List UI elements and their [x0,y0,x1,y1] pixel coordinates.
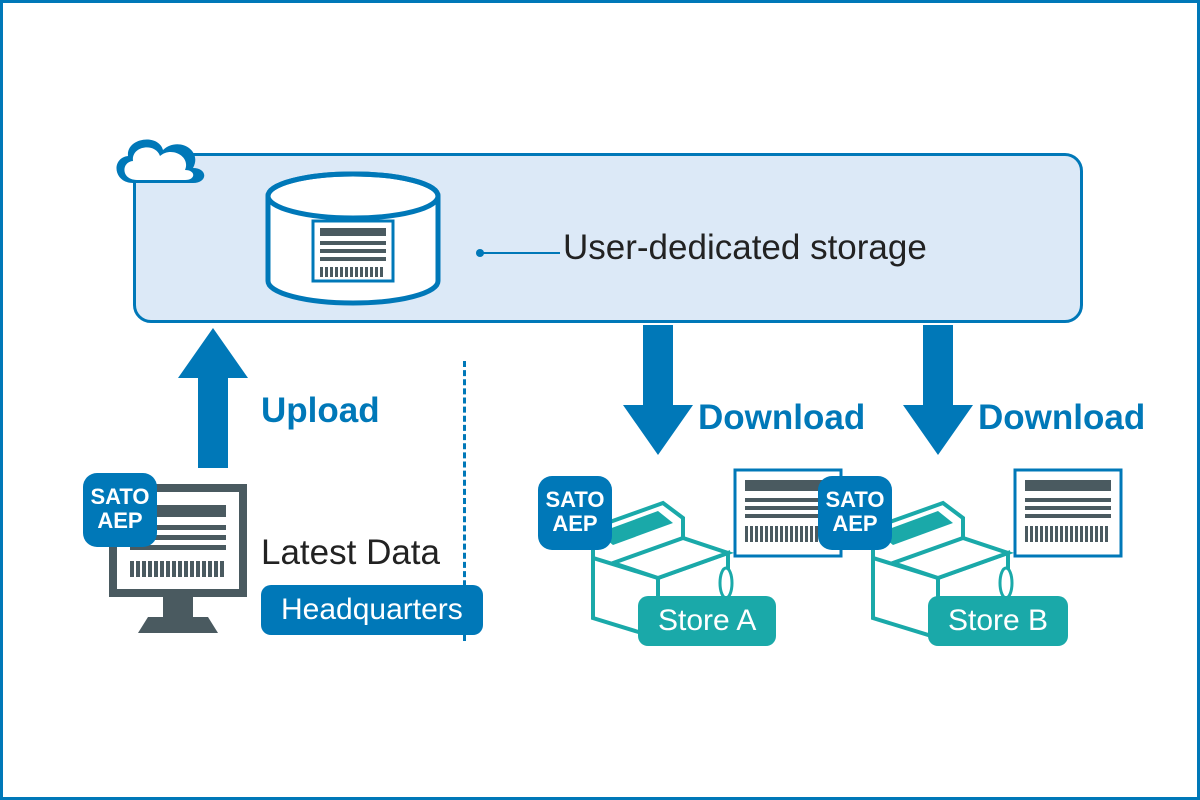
cloud-icon [103,128,213,203]
store-a-badge: Store A [638,596,776,646]
latest-data-label: Latest Data [261,533,440,573]
upload-label: Upload [261,391,380,431]
sato-aep-badge: SATOAEP [538,476,612,550]
download-arrow-icon [623,325,693,455]
download-label-2: Download [978,398,1145,438]
database-cylinder-icon [263,171,443,311]
sato-aep-badge: SATOAEP [83,473,157,547]
leader-line [475,248,565,258]
sato-aep-badge: SATOAEP [818,476,892,550]
store-b-badge: Store B [928,596,1068,646]
upload-arrow-icon [178,328,248,468]
download-arrow-icon [903,325,973,455]
download-label-1: Download [698,398,865,438]
label-card-icon [1013,468,1123,558]
diagram-container: User-dedicated storage Upload Download D… [0,0,1200,800]
storage-label: User-dedicated storage [563,228,927,268]
headquarters-badge: Headquarters [261,585,483,635]
